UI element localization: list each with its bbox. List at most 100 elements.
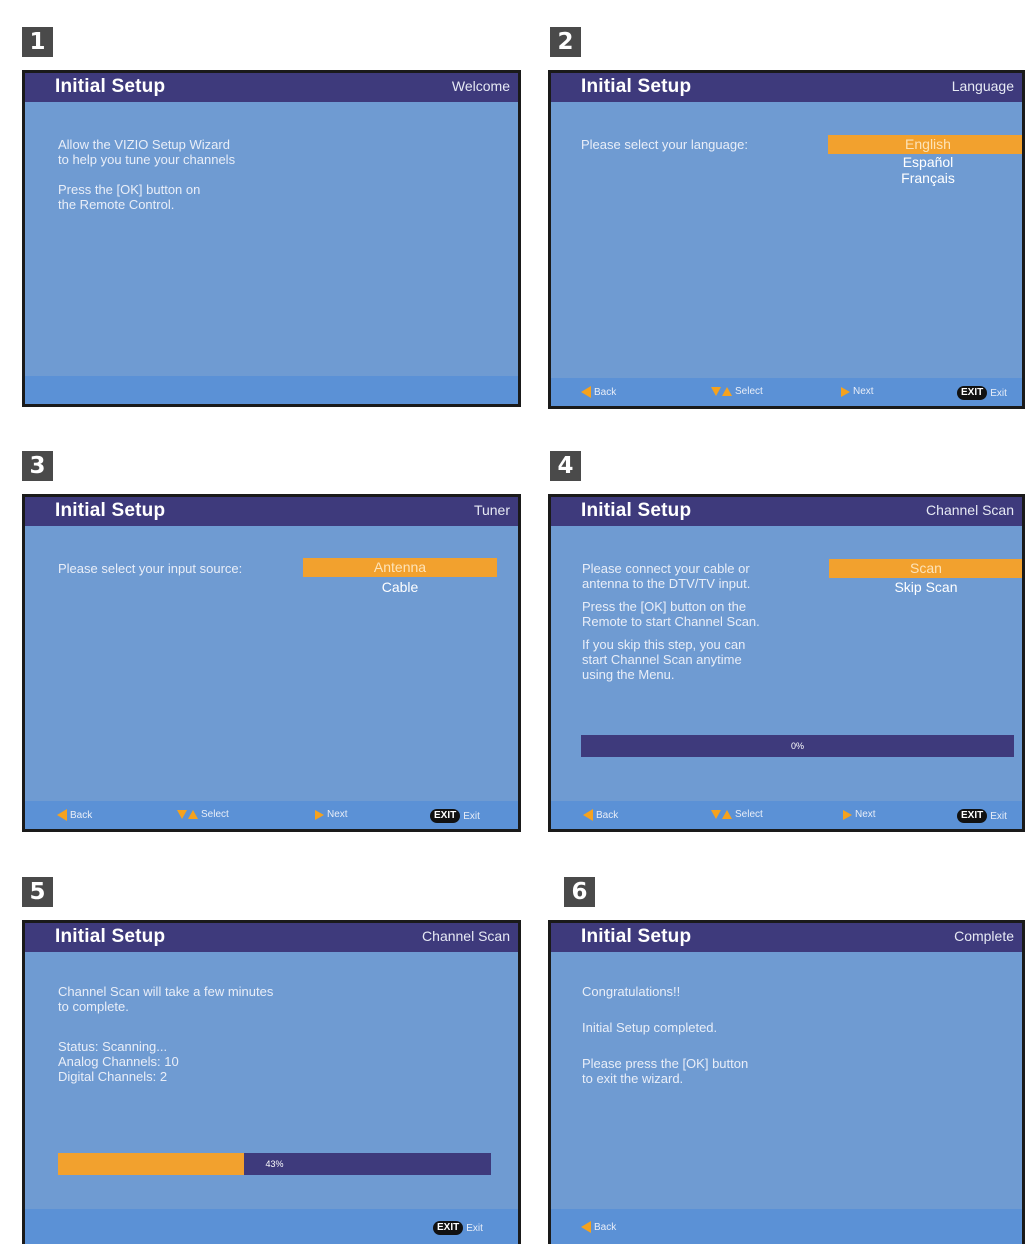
footer-bar: EXIT Exit <box>25 1209 518 1244</box>
progress-label: 43% <box>265 1159 284 1169</box>
select-hint[interactable]: Select <box>177 809 229 820</box>
scan-intro: Channel Scan will take a few minutes to … <box>58 984 273 1014</box>
exit-hint[interactable]: EXIT Exit <box>957 386 1007 400</box>
exit-hint[interactable]: EXIT Exit <box>430 809 480 823</box>
step-number-badge: 2 <box>550 27 581 57</box>
next-label: Next <box>853 386 874 397</box>
back-hint[interactable]: Back <box>583 809 618 821</box>
title-bar: Initial Setup Channel Scan <box>551 497 1022 526</box>
right-arrow-icon <box>315 809 324 820</box>
back-label: Back <box>594 386 617 398</box>
title-bar: Initial Setup Language <box>551 73 1022 102</box>
skip-scan-option[interactable]: Skip Scan <box>829 578 1022 596</box>
welcome-line: to help you tune your channels <box>58 152 236 167</box>
exit-label: Exit <box>463 810 480 822</box>
screen-subtitle: Language <box>951 78 1014 94</box>
title-bar: Initial Setup Complete <box>551 923 1022 952</box>
welcome-message: Allow the VIZIO Setup Wizard to help you… <box>58 137 235 212</box>
tv-screen-welcome: Initial Setup Welcome Allow the VIZIO Se… <box>22 70 521 407</box>
scan-progress-bar: 0% <box>581 735 1014 757</box>
status-line: Status: Scanning... <box>58 1039 168 1054</box>
screen-title: Initial Setup <box>581 926 692 947</box>
back-label: Back <box>70 809 93 821</box>
digital-channels-count: Digital Channels: 2 <box>58 1069 168 1084</box>
footer-bar: Back Select Next EXIT Exit <box>25 801 518 829</box>
input-source-prompt: Please select your input source: <box>58 561 243 576</box>
step-number-badge: 4 <box>550 451 581 481</box>
input-option-antenna[interactable]: Antenna <box>303 558 497 577</box>
exit-key-icon: EXIT <box>430 809 461 823</box>
next-hint[interactable]: Next <box>843 809 876 820</box>
footer-bar: Back Select Next EXIT Exit <box>551 801 1022 829</box>
completion-message: Congratulations!! Initial Setup complete… <box>582 984 748 1086</box>
intro-line: Channel Scan will take a few minutes <box>58 984 274 999</box>
right-arrow-icon <box>841 386 850 397</box>
title-bar: Initial Setup Tuner <box>25 497 518 526</box>
screen-subtitle: Tuner <box>473 502 510 518</box>
screen-title: Initial Setup <box>55 76 166 97</box>
exit-hint[interactable]: EXIT Exit <box>433 1221 483 1235</box>
exit-label: Exit <box>990 387 1007 399</box>
up-down-arrows-icon <box>711 387 732 396</box>
instruction-line: using the Menu. <box>582 667 675 682</box>
instruction-line: antenna to the DTV/TV input. <box>582 576 751 591</box>
exit-label: Exit <box>466 1222 483 1234</box>
select-hint[interactable]: Select <box>711 386 763 397</box>
back-label: Back <box>594 1221 617 1233</box>
back-hint[interactable]: Back <box>581 1221 616 1233</box>
language-option-espanol[interactable]: Español <box>828 154 1022 170</box>
left-arrow-icon <box>581 386 591 398</box>
step-number-badge: 3 <box>22 451 53 481</box>
exit-hint[interactable]: EXIT Exit <box>957 809 1007 823</box>
select-hint[interactable]: Select <box>711 809 763 820</box>
up-down-arrows-icon <box>711 810 732 819</box>
instruction-line: start Channel Scan anytime <box>582 652 742 667</box>
instruction-line: Remote to start Channel Scan. <box>582 614 760 629</box>
select-label: Select <box>201 809 229 820</box>
tv-screen-channel-scan: Initial Setup Channel Scan Please connec… <box>548 494 1025 832</box>
back-hint[interactable]: Back <box>581 386 616 398</box>
exit-key-icon: EXIT <box>957 809 988 823</box>
screen-subtitle: Channel Scan <box>422 928 510 944</box>
step-number-badge: 6 <box>564 877 595 907</box>
welcome-line: Allow the VIZIO Setup Wizard <box>58 137 230 152</box>
next-label: Next <box>855 809 876 820</box>
exit-key-icon: EXIT <box>433 1221 464 1235</box>
next-hint[interactable]: Next <box>315 809 348 820</box>
language-option-english[interactable]: English <box>828 135 1022 154</box>
congratulations-text: Congratulations!! <box>582 984 681 999</box>
step-number-badge: 5 <box>22 877 53 907</box>
language-option-francais[interactable]: Français <box>828 170 1022 186</box>
instruction-line: Please connect your cable or <box>582 561 750 576</box>
scan-status: Status: Scanning... Analog Channels: 10 … <box>58 1039 179 1084</box>
tv-screen-complete: Initial Setup Complete Congratulations!!… <box>548 920 1025 1244</box>
right-arrow-icon <box>843 809 852 820</box>
screen-subtitle: Welcome <box>451 78 510 94</box>
title-bar: Initial Setup Welcome <box>25 73 518 102</box>
exit-instruction-line: to exit the wizard. <box>582 1071 684 1086</box>
next-hint[interactable]: Next <box>841 386 874 397</box>
language-prompt: Please select your language: <box>581 137 748 152</box>
welcome-line: Press the [OK] button on <box>58 182 201 197</box>
input-option-cable[interactable]: Cable <box>303 578 497 596</box>
progress-label: 0% <box>790 741 804 751</box>
instruction-line: If you skip this step, you can <box>582 637 746 652</box>
title-bar: Initial Setup Channel Scan <box>25 923 518 952</box>
instruction-line: Press the [OK] button on the <box>582 599 747 614</box>
back-hint[interactable]: Back <box>57 809 92 821</box>
exit-instruction-line: Please press the [OK] button <box>582 1056 749 1071</box>
screen-title: Initial Setup <box>55 926 166 947</box>
left-arrow-icon <box>57 809 67 821</box>
progress-fill <box>58 1153 245 1175</box>
exit-key-icon: EXIT <box>957 386 988 400</box>
completed-text: Initial Setup completed. <box>582 1020 718 1035</box>
footer-bar <box>25 376 518 404</box>
screen-subtitle: Complete <box>954 928 1014 944</box>
footer-bar: Back <box>551 1209 1022 1244</box>
select-label: Select <box>735 809 763 820</box>
tv-screen-language: Initial Setup Language Please select you… <box>548 70 1025 409</box>
analog-channels-count: Analog Channels: 10 <box>58 1054 179 1069</box>
scan-option[interactable]: Scan <box>829 559 1022 578</box>
intro-line: to complete. <box>58 999 129 1014</box>
back-label: Back <box>596 809 619 821</box>
